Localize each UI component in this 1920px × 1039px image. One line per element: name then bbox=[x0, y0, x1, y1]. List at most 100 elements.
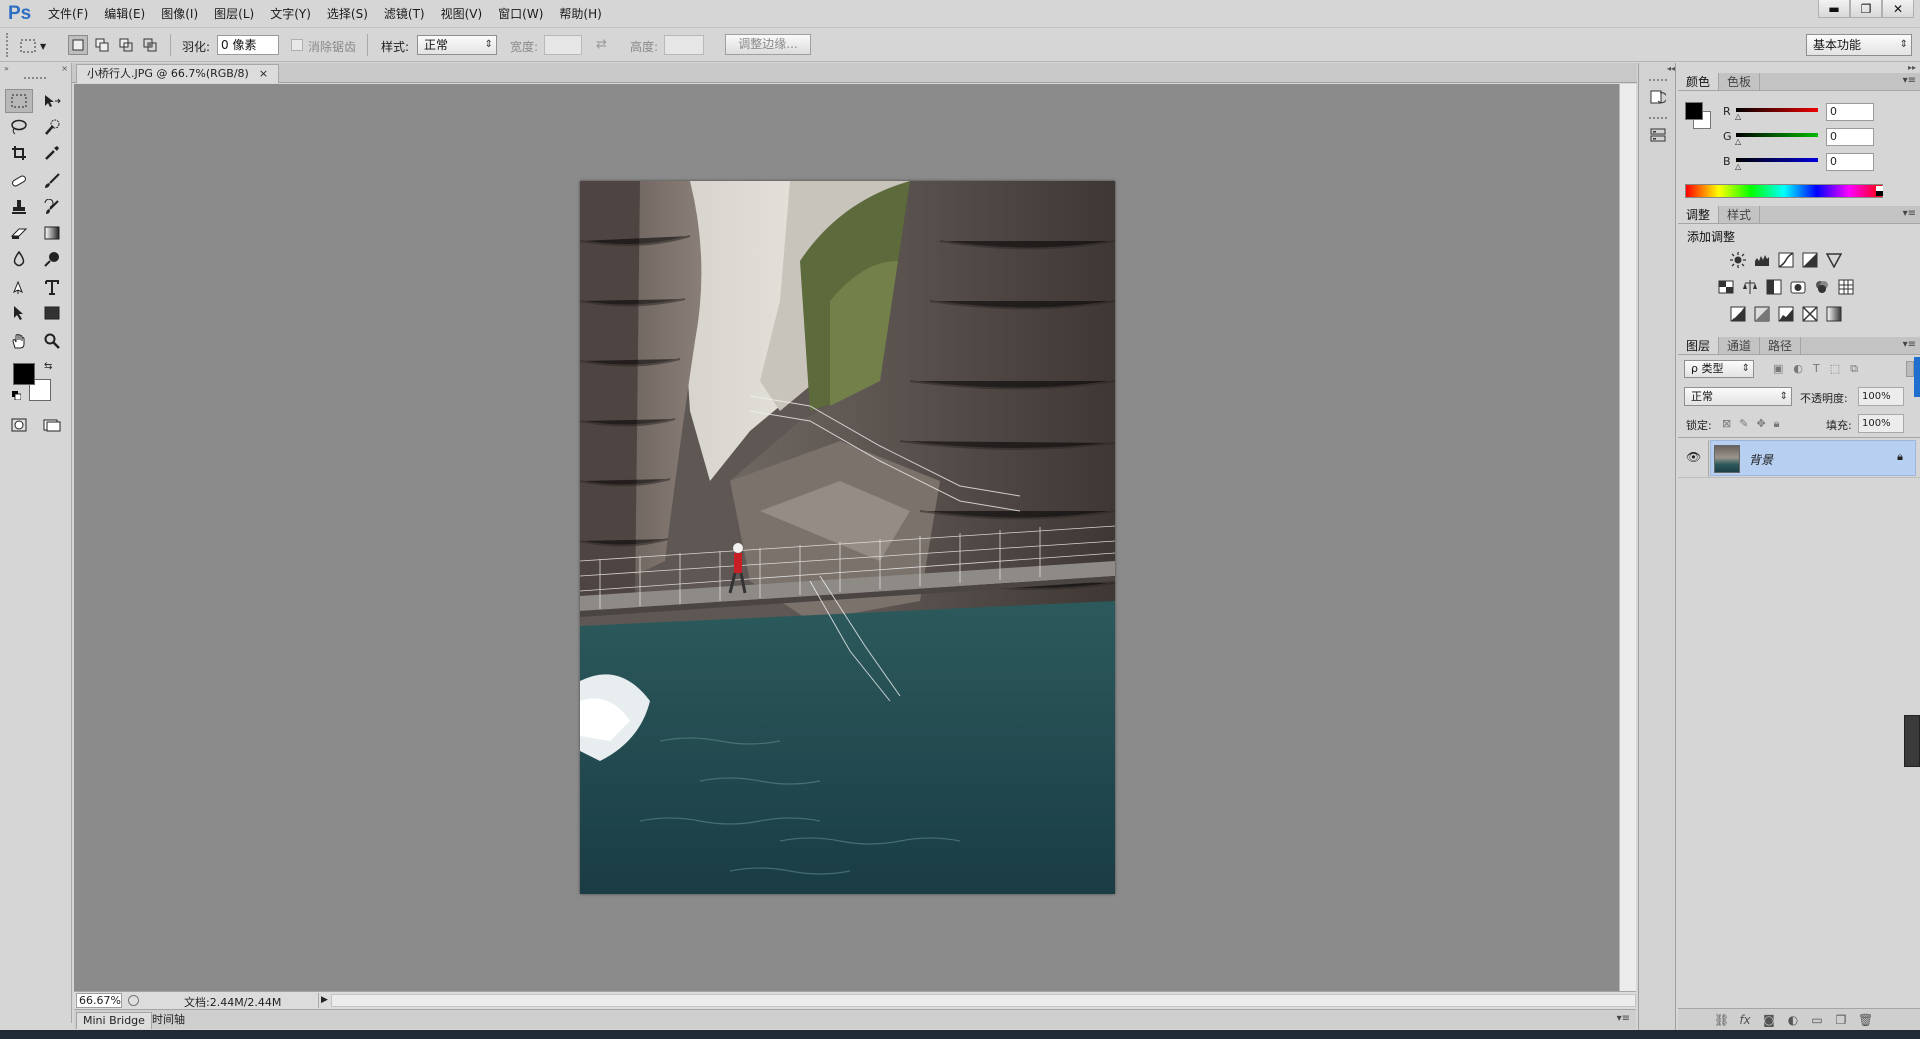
history-panel-button[interactable] bbox=[1648, 87, 1668, 107]
status-menu-arrow-icon[interactable]: ▶ bbox=[318, 993, 330, 1008]
lasso-tool[interactable] bbox=[5, 115, 33, 139]
height-input[interactable] bbox=[664, 35, 704, 55]
feather-input[interactable]: 0 像素 bbox=[217, 35, 279, 55]
move-tool[interactable] bbox=[38, 89, 66, 113]
style-select[interactable]: 正常 bbox=[417, 35, 497, 55]
eraser-tool[interactable] bbox=[5, 221, 33, 245]
layer-filter-select[interactable]: ρ 类型 bbox=[1684, 360, 1754, 378]
quick-select-tool[interactable] bbox=[38, 115, 66, 139]
exposure-icon[interactable] bbox=[1802, 252, 1818, 268]
workspace-select[interactable]: 基本功能 bbox=[1806, 34, 1912, 56]
default-colors-icon[interactable] bbox=[12, 391, 21, 400]
history-brush-tool[interactable] bbox=[38, 195, 66, 219]
lock-position-icon[interactable]: ✥ bbox=[1756, 417, 1765, 431]
new-selection-button[interactable] bbox=[68, 35, 88, 55]
pen-tool[interactable] bbox=[5, 275, 33, 299]
tab-channels[interactable]: 通道 bbox=[1719, 337, 1761, 354]
menu-help[interactable]: 帮助(H) bbox=[551, 0, 609, 28]
layer-name[interactable]: 背景 bbox=[1749, 451, 1773, 468]
properties-panel-button[interactable] bbox=[1648, 125, 1668, 145]
trash-icon[interactable]: 🗑︎ bbox=[1858, 1013, 1873, 1027]
menu-view[interactable]: 视图(V) bbox=[433, 0, 491, 28]
black-white-ramp[interactable] bbox=[1876, 186, 1883, 196]
new-adjustment-icon[interactable]: ◐ bbox=[1786, 1013, 1800, 1027]
side-scroll-handle[interactable] bbox=[1904, 715, 1920, 767]
hue-saturation-icon[interactable] bbox=[1718, 279, 1734, 295]
healing-brush-tool[interactable] bbox=[5, 169, 33, 193]
lock-transparency-icon[interactable]: ⊠ bbox=[1722, 417, 1731, 431]
threshold-icon[interactable] bbox=[1778, 306, 1794, 322]
minimize-button[interactable]: ▬ bbox=[1818, 0, 1850, 18]
swap-icon[interactable]: ⇄ bbox=[596, 37, 607, 52]
toolbox-header[interactable]: » × bbox=[0, 63, 72, 73]
blend-mode-select[interactable]: 正常 bbox=[1684, 387, 1792, 406]
screen-mode-button[interactable] bbox=[38, 413, 66, 437]
expand-icon[interactable]: ◂◂ bbox=[1641, 64, 1675, 73]
channel-b-slider[interactable] bbox=[1736, 158, 1818, 162]
subtract-selection-button[interactable] bbox=[116, 35, 136, 55]
gradient-map-icon[interactable] bbox=[1826, 306, 1842, 322]
clone-stamp-tool[interactable] bbox=[5, 195, 33, 219]
color-spectrum-bar[interactable] bbox=[1685, 184, 1883, 198]
refine-edge-button[interactable]: 调整边缘... bbox=[725, 34, 811, 55]
lock-pixels-icon[interactable]: ✎ bbox=[1739, 417, 1748, 431]
photo-filter-icon[interactable] bbox=[1790, 279, 1806, 295]
filter-toggle[interactable] bbox=[1906, 361, 1914, 377]
canvas-area[interactable] bbox=[74, 84, 1619, 991]
rectangle-tool[interactable] bbox=[38, 301, 66, 325]
tab-paths[interactable]: 路径 bbox=[1760, 337, 1802, 354]
vertical-scrollbar[interactable] bbox=[1619, 84, 1636, 991]
tab-adjustments[interactable]: 调整 bbox=[1678, 206, 1720, 223]
tool-preset-picker[interactable]: ▼ bbox=[20, 36, 60, 56]
menu-window[interactable]: 窗口(W) bbox=[490, 0, 551, 28]
close-button[interactable]: ✕ bbox=[1882, 0, 1914, 18]
horizontal-scrollbar[interactable] bbox=[331, 994, 1636, 1007]
slider-thumb-icon[interactable]: △ bbox=[1735, 162, 1741, 171]
selective-color-icon[interactable] bbox=[1802, 306, 1818, 322]
menu-edit[interactable]: 编辑(E) bbox=[96, 0, 153, 28]
eyedropper-tool[interactable] bbox=[38, 141, 66, 165]
menu-filter[interactable]: 滤镜(T) bbox=[376, 0, 433, 28]
layer-row[interactable]: 👁︎ 背景 🔒︎ bbox=[1678, 440, 1920, 477]
tab-timeline[interactable]: 时间轴 bbox=[146, 1012, 191, 1029]
tab-layers[interactable]: 图层 bbox=[1678, 337, 1720, 354]
brightness-icon[interactable] bbox=[1730, 252, 1746, 268]
antialias-checkbox[interactable] bbox=[291, 39, 303, 51]
width-input[interactable] bbox=[544, 35, 582, 55]
vibrance-icon[interactable] bbox=[1826, 252, 1842, 268]
channel-g-slider[interactable] bbox=[1736, 133, 1818, 137]
intersect-selection-button[interactable] bbox=[140, 35, 160, 55]
tab-mini-bridge[interactable]: Mini Bridge bbox=[76, 1012, 152, 1029]
rect-marquee-tool[interactable] bbox=[5, 89, 33, 113]
slider-thumb-icon[interactable]: △ bbox=[1735, 112, 1741, 121]
close-tab-icon[interactable]: × bbox=[259, 65, 268, 83]
layer-lock-icon[interactable]: 🔒︎ bbox=[1897, 450, 1903, 464]
tab-color[interactable]: 颜色 bbox=[1678, 73, 1720, 90]
visibility-eye-icon[interactable]: 👁︎ bbox=[1686, 450, 1701, 464]
curves-icon[interactable] bbox=[1778, 252, 1794, 268]
document-tab[interactable]: 小桥行人.JPG @ 66.7%(RGB/8) × bbox=[76, 64, 280, 83]
slider-thumb-icon[interactable]: △ bbox=[1735, 137, 1741, 146]
lock-all-icon[interactable]: 🔒︎ bbox=[1774, 417, 1780, 431]
document-image[interactable] bbox=[580, 181, 1115, 894]
zoom-tool[interactable] bbox=[38, 329, 66, 353]
zoom-input[interactable]: 66.67% bbox=[76, 993, 122, 1008]
channel-r-slider[interactable] bbox=[1736, 108, 1818, 112]
channel-g-input[interactable]: 0 bbox=[1826, 128, 1874, 146]
menu-type[interactable]: 文字(Y) bbox=[262, 0, 319, 28]
add-selection-button[interactable] bbox=[92, 35, 112, 55]
type-filter-icon[interactable]: T bbox=[1813, 362, 1820, 376]
add-mask-icon[interactable]: ◙ bbox=[1762, 1013, 1776, 1027]
panel-menu-icon[interactable]: ▾≡ bbox=[1903, 339, 1916, 350]
link-layers-icon[interactable]: ⛓ bbox=[1714, 1013, 1729, 1027]
panel-menu-icon[interactable]: ▾≡ bbox=[1617, 1013, 1630, 1024]
crop-tool[interactable] bbox=[5, 141, 33, 165]
collapse-icon[interactable]: ▸▸ bbox=[1908, 63, 1916, 72]
panel-menu-icon[interactable]: ▾≡ bbox=[1903, 208, 1916, 219]
new-layer-icon[interactable]: ❐ bbox=[1834, 1013, 1848, 1027]
adjustment-filter-icon[interactable]: ◐ bbox=[1793, 362, 1803, 376]
fx-icon[interactable]: fx bbox=[1738, 1013, 1752, 1027]
hand-tool[interactable] bbox=[5, 329, 33, 353]
levels-icon[interactable] bbox=[1754, 252, 1770, 268]
tab-swatches[interactable]: 色板 bbox=[1719, 73, 1761, 90]
